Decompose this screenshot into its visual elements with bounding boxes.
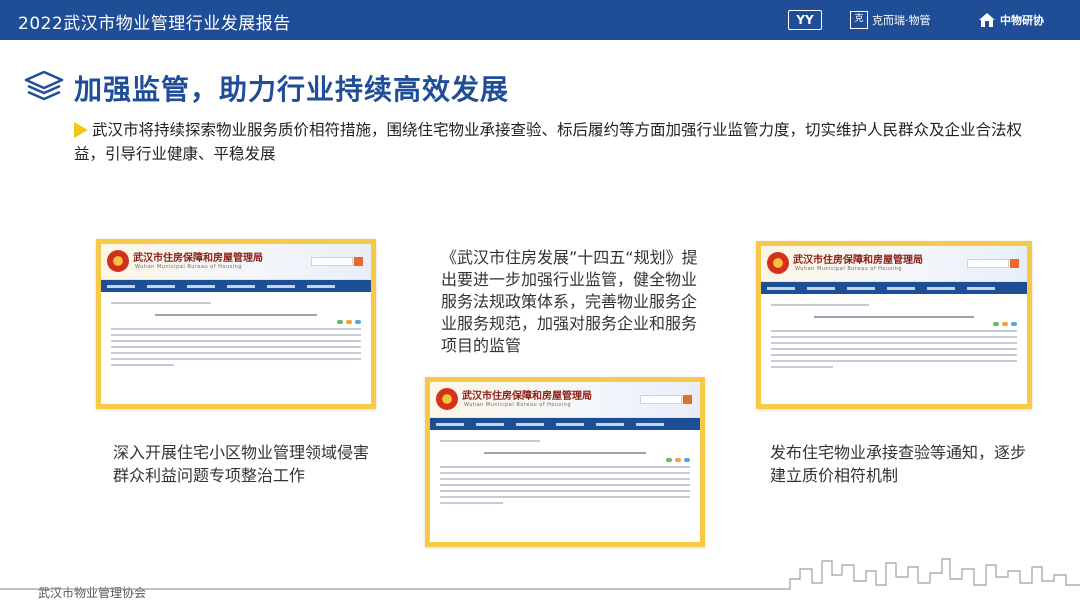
header-bar: 2022武汉市物业管理行业发展报告 YY 克 克而瑞·物管 中物研协 — [0, 0, 1080, 40]
cric-logo-text: 克而瑞·物管 — [872, 14, 931, 27]
slide-title: 加强监管，助力行业持续高效发展 — [74, 73, 510, 106]
caption-center: 《武汉市住房发展”十四五“规划》提出要进一步加强行业监管，健全物业服务法规政策体… — [441, 248, 698, 355]
layers-icon — [24, 70, 64, 101]
doc-nav-bar — [761, 282, 1027, 294]
cric-logo-mark: 克 — [850, 11, 868, 29]
zhongwu-logo-text: 中物研协 — [1000, 14, 1044, 27]
house-icon — [979, 13, 995, 27]
doc-search-button — [683, 395, 692, 404]
cric-logo: 克 克而瑞·物管 — [850, 10, 960, 30]
doc-body — [430, 430, 700, 514]
national-emblem-icon: ★ — [436, 388, 458, 410]
document-screenshot-right: ★ 武汉市住房保障和房屋管理局 Wuhan Municipal Bureau o… — [756, 241, 1032, 409]
intro-paragraph: 武汉市将持续探索物业服务质价相符措施，围绕住宅物业承接查验、标后履约等方面加强行… — [74, 121, 1023, 163]
doc-header: ★ 武汉市住房保障和房屋管理局 Wuhan Municipal Bureau o… — [101, 244, 371, 280]
doc-header: ★ 武汉市住房保障和房屋管理局 Wuhan Municipal Bureau o… — [430, 382, 700, 418]
doc-body — [761, 294, 1027, 378]
intro-text: 武汉市将持续探索物业服务质价相符措施，围绕住宅物业承接查验、标后履约等方面加强行… — [74, 118, 1024, 166]
doc-org-name: 武汉市住房保障和房屋管理局 — [462, 391, 592, 402]
doc-search-button — [354, 257, 363, 266]
doc-search-box — [311, 257, 353, 266]
national-emblem-icon: ★ — [767, 252, 789, 274]
zhongwu-logo: 中物研协 — [978, 10, 1070, 30]
yy-logo: YY — [788, 10, 822, 30]
caption-left: 深入开展住宅小区物业管理领域侵害群众利益问题专项整治工作 — [113, 443, 370, 485]
doc-search-box — [967, 259, 1009, 268]
document-screenshot-left: ★ 武汉市住房保障和房屋管理局 Wuhan Municipal Bureau o… — [96, 239, 376, 409]
doc-nav-bar — [430, 418, 700, 430]
doc-search-button — [1010, 259, 1019, 268]
doc-org-english: Wuhan Municipal Bureau of Housing — [135, 264, 242, 270]
city-skyline-decoration — [0, 558, 1080, 590]
doc-header: ★ 武汉市住房保障和房屋管理局 Wuhan Municipal Bureau o… — [761, 246, 1027, 282]
doc-nav-bar — [101, 280, 371, 292]
doc-org-name: 武汉市住房保障和房屋管理局 — [133, 253, 263, 264]
caption-right: 发布住宅物业承接查验等通知，逐步建立质价相符机制 — [770, 443, 1027, 485]
doc-org-name: 武汉市住房保障和房屋管理局 — [793, 255, 923, 266]
doc-body — [101, 292, 371, 376]
document-screenshot-center: ★ 武汉市住房保障和房屋管理局 Wuhan Municipal Bureau o… — [425, 377, 705, 547]
report-title: 2022武汉市物业管理行业发展报告 — [18, 14, 291, 34]
doc-search-box — [640, 395, 682, 404]
doc-org-english: Wuhan Municipal Bureau of Housing — [464, 402, 571, 408]
doc-org-english: Wuhan Municipal Bureau of Housing — [795, 266, 902, 272]
national-emblem-icon: ★ — [107, 250, 129, 272]
